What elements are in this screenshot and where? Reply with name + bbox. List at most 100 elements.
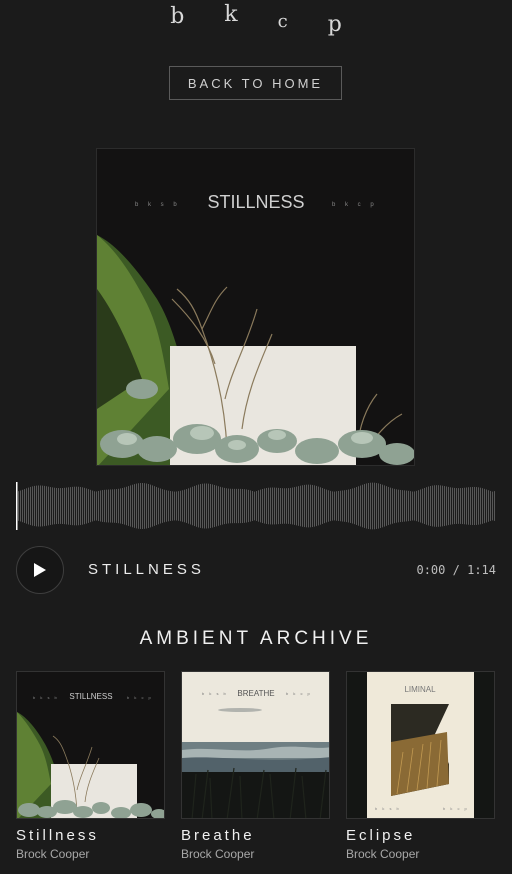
waveform-bar xyxy=(96,491,97,521)
waveform-bar xyxy=(128,486,129,526)
waveform-bar xyxy=(186,489,187,523)
waveform-bar xyxy=(296,486,297,526)
waveform-bar xyxy=(218,486,219,526)
waveform-bar xyxy=(372,482,373,530)
waveform-bar xyxy=(38,485,39,527)
album-title[interactable]: Breathe xyxy=(181,827,330,844)
waveform-bar xyxy=(124,487,125,525)
waveform-bar xyxy=(52,487,53,525)
waveform-bar xyxy=(168,490,169,522)
album-title[interactable]: Stillness xyxy=(16,827,165,844)
waveform-bar xyxy=(236,488,237,524)
waveform-bar xyxy=(100,490,101,522)
waveform-bar xyxy=(74,486,75,526)
album-cover: b k s b STILLNESS b k c p xyxy=(96,148,415,466)
waveform-bar xyxy=(490,490,491,522)
waveform-bar xyxy=(380,483,381,529)
waveform-bar xyxy=(462,487,463,525)
waveform-bar xyxy=(164,489,165,523)
waveform-bar xyxy=(208,483,209,529)
svg-text:b k c p: b k c p xyxy=(127,695,153,700)
waveform-bar xyxy=(288,488,289,524)
waveform-bar xyxy=(364,484,365,528)
waveform-bar xyxy=(278,487,279,525)
waveform-bar xyxy=(86,488,87,524)
waveform-bar xyxy=(386,486,387,526)
waveform-bar xyxy=(358,486,359,526)
waveform-bar xyxy=(410,491,411,521)
waveform-bar xyxy=(486,489,487,523)
waveform-bar xyxy=(286,488,287,524)
waveform-bar xyxy=(240,488,241,524)
waveform-bar xyxy=(376,482,377,530)
waveform-bar xyxy=(122,487,123,525)
waveform-bar xyxy=(182,490,183,522)
waveform-bar xyxy=(92,490,93,522)
waveform-bar xyxy=(408,490,409,522)
cover-title-text: STILLNESS xyxy=(207,192,304,212)
album-thumbnail[interactable]: b k s b STILLNESS b k c p xyxy=(16,671,165,819)
album-thumbnail[interactable]: b k s b BREATHE b k c p xyxy=(181,671,330,819)
album-thumbnail[interactable]: LIMINAL b k s b b k c p xyxy=(346,671,495,819)
waveform-bar xyxy=(46,486,47,526)
waveform-bar xyxy=(426,487,427,525)
waveform-bar xyxy=(224,487,225,525)
duration: 1:14 xyxy=(467,563,496,577)
waveform-bar xyxy=(470,487,471,525)
back-to-home-button[interactable]: BACK TO HOME xyxy=(169,66,342,100)
waveform-bar xyxy=(452,487,453,525)
waveform-bar xyxy=(458,488,459,524)
waveform-bar xyxy=(404,490,405,522)
waveform-bar xyxy=(162,489,163,523)
waveform-bar xyxy=(64,487,65,525)
waveform-bar xyxy=(202,483,203,529)
waveform-scrubber[interactable] xyxy=(16,480,496,532)
waveform-bar xyxy=(428,486,429,526)
waveform-bar xyxy=(362,484,363,528)
album-card-breathe: b k s b BREATHE b k c p Breathe Brock Co… xyxy=(181,671,330,861)
waveform-bar xyxy=(194,485,195,527)
album-title[interactable]: Eclipse xyxy=(346,827,495,844)
waveform-bar xyxy=(28,487,29,525)
waveform-bar xyxy=(436,485,437,527)
waveform-bar xyxy=(494,491,495,521)
playhead[interactable] xyxy=(16,482,18,530)
waveform-bar xyxy=(112,489,113,523)
time-display: 0:00 / 1:14 xyxy=(416,563,496,577)
waveform-bar xyxy=(374,482,375,530)
waveform-bar xyxy=(80,486,81,526)
waveform-bar xyxy=(266,488,267,524)
waveform-bar xyxy=(354,487,355,525)
thumb-cover-text: BREATHE xyxy=(237,689,274,698)
svg-text:b k c p: b k c p xyxy=(332,202,378,208)
track-title: STILLNESS xyxy=(88,561,205,578)
play-button[interactable] xyxy=(16,546,64,594)
waveform-bar xyxy=(326,489,327,523)
waveform-bar xyxy=(214,484,215,528)
waveform-bar xyxy=(230,488,231,524)
waveform-bar xyxy=(322,488,323,524)
album-artist: Brock Cooper xyxy=(181,847,255,861)
waveform-bar xyxy=(56,487,57,525)
waveform-bar xyxy=(434,485,435,527)
waveform-bar xyxy=(158,487,159,525)
waveform-bar xyxy=(448,486,449,526)
waveform-bar xyxy=(212,484,213,528)
waveform-bar xyxy=(356,487,357,525)
waveform-bar xyxy=(204,483,205,529)
logo-letter: c xyxy=(277,11,288,32)
waveform-bar xyxy=(102,490,103,522)
waveform-bar xyxy=(190,487,191,525)
waveform-bar xyxy=(480,487,481,525)
waveform-bar xyxy=(320,487,321,525)
waveform-bar xyxy=(130,485,131,527)
waveform-bar xyxy=(454,487,455,525)
waveform-bar xyxy=(58,488,59,524)
waveform-bar xyxy=(262,488,263,524)
waveform-bar xyxy=(472,486,473,526)
waveform-bar xyxy=(406,490,407,522)
waveform-bar xyxy=(302,485,303,527)
waveform-bar xyxy=(82,487,83,525)
waveform-bar xyxy=(298,486,299,526)
waveform-bar xyxy=(258,490,259,522)
